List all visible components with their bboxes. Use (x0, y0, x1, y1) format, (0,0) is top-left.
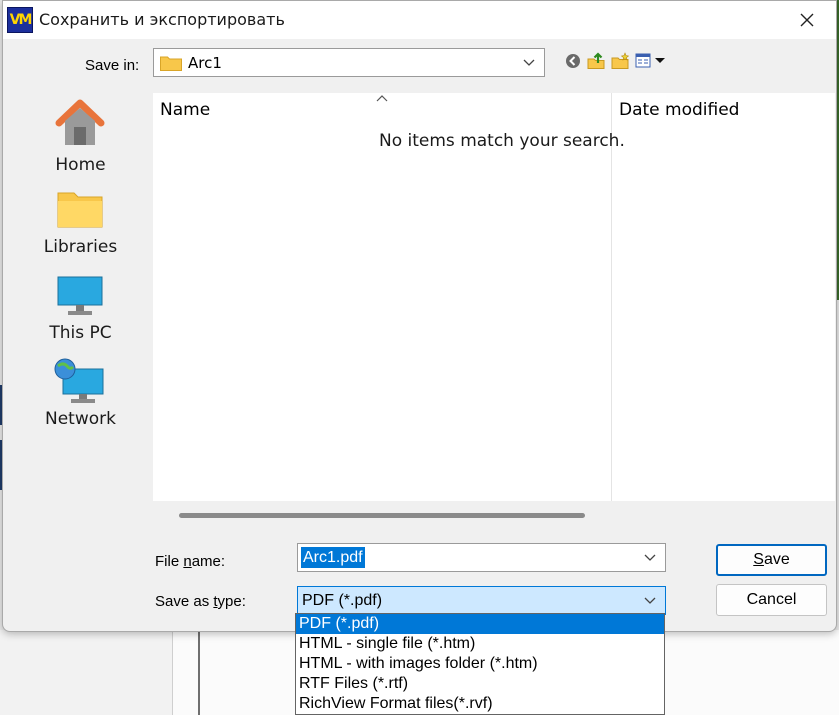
save-type-label: Save as type: (155, 593, 246, 610)
folder-icon (160, 56, 182, 71)
chevron-down-icon (523, 59, 535, 66)
place-network[interactable]: Network (9, 355, 152, 435)
place-label: Home (55, 155, 106, 175)
new-folder-icon[interactable] (610, 51, 630, 71)
close-button[interactable] (792, 5, 822, 35)
file-name-input[interactable]: Arc1.pdf (297, 543, 666, 572)
save-dialog: VM Сохранить и экспортировать Save in: A… (2, 0, 837, 632)
view-menu-icon[interactable] (635, 51, 669, 71)
chevron-down-icon[interactable] (643, 550, 657, 564)
place-label: Libraries (43, 237, 118, 257)
save-type-options: PDF (*.pdf) HTML - single file (*.htm) H… (295, 613, 665, 715)
file-list[interactable]: Name Date modified No items match your s… (153, 93, 835, 501)
horizontal-scrollbar[interactable] (153, 501, 835, 529)
cancel-button[interactable]: Cancel (716, 584, 827, 616)
empty-list-message: No items match your search. (379, 131, 625, 151)
save-button[interactable]: Save (716, 544, 827, 576)
sort-ascending-icon (376, 95, 388, 102)
save-type-option[interactable]: PDF (*.pdf) (296, 614, 664, 634)
app-logo-icon: VM (7, 7, 33, 33)
back-icon[interactable] (563, 51, 583, 71)
save-in-value: Arc1 (188, 54, 222, 72)
home-icon (55, 99, 105, 145)
chevron-down-icon (644, 597, 656, 604)
save-in-dropdown[interactable]: Arc1 (153, 48, 545, 77)
scrollbar-thumb[interactable] (179, 513, 585, 518)
place-label: This PC (49, 323, 112, 343)
column-header-date-modified[interactable]: Date modified (619, 100, 739, 120)
save-type-option[interactable]: HTML - single file (*.htm) (296, 634, 664, 654)
background-document-edge (198, 630, 200, 715)
title-bar: VM Сохранить и экспортировать (3, 1, 836, 39)
save-in-label: Save in: (85, 57, 140, 74)
monitor-icon (57, 276, 103, 315)
file-name-label: File name: (155, 553, 226, 570)
folder-icon (57, 192, 103, 228)
place-home[interactable]: Home (9, 97, 152, 177)
save-type-option[interactable]: HTML - with images folder (*.htm) (296, 654, 664, 674)
place-label: Network (45, 409, 116, 429)
place-this-pc[interactable]: This PC (9, 269, 152, 349)
up-folder-icon[interactable] (586, 51, 606, 71)
close-icon (800, 13, 814, 27)
save-type-value: PDF (*.pdf) (302, 592, 383, 609)
network-icon (54, 358, 104, 403)
save-type-option[interactable]: RichView Format files(*.rvf) (296, 694, 664, 714)
column-divider (611, 93, 612, 501)
column-header-name[interactable]: Name (160, 100, 210, 120)
places-bar: Home Libraries This PC Network (9, 93, 152, 513)
file-name-value[interactable]: Arc1.pdf (301, 547, 365, 568)
save-type-dropdown[interactable]: PDF (*.pdf) (297, 586, 666, 615)
window-title: Сохранить и экспортировать (39, 10, 285, 29)
place-libraries[interactable]: Libraries (9, 185, 152, 265)
save-type-option[interactable]: RTF Files (*.rtf) (296, 674, 664, 694)
